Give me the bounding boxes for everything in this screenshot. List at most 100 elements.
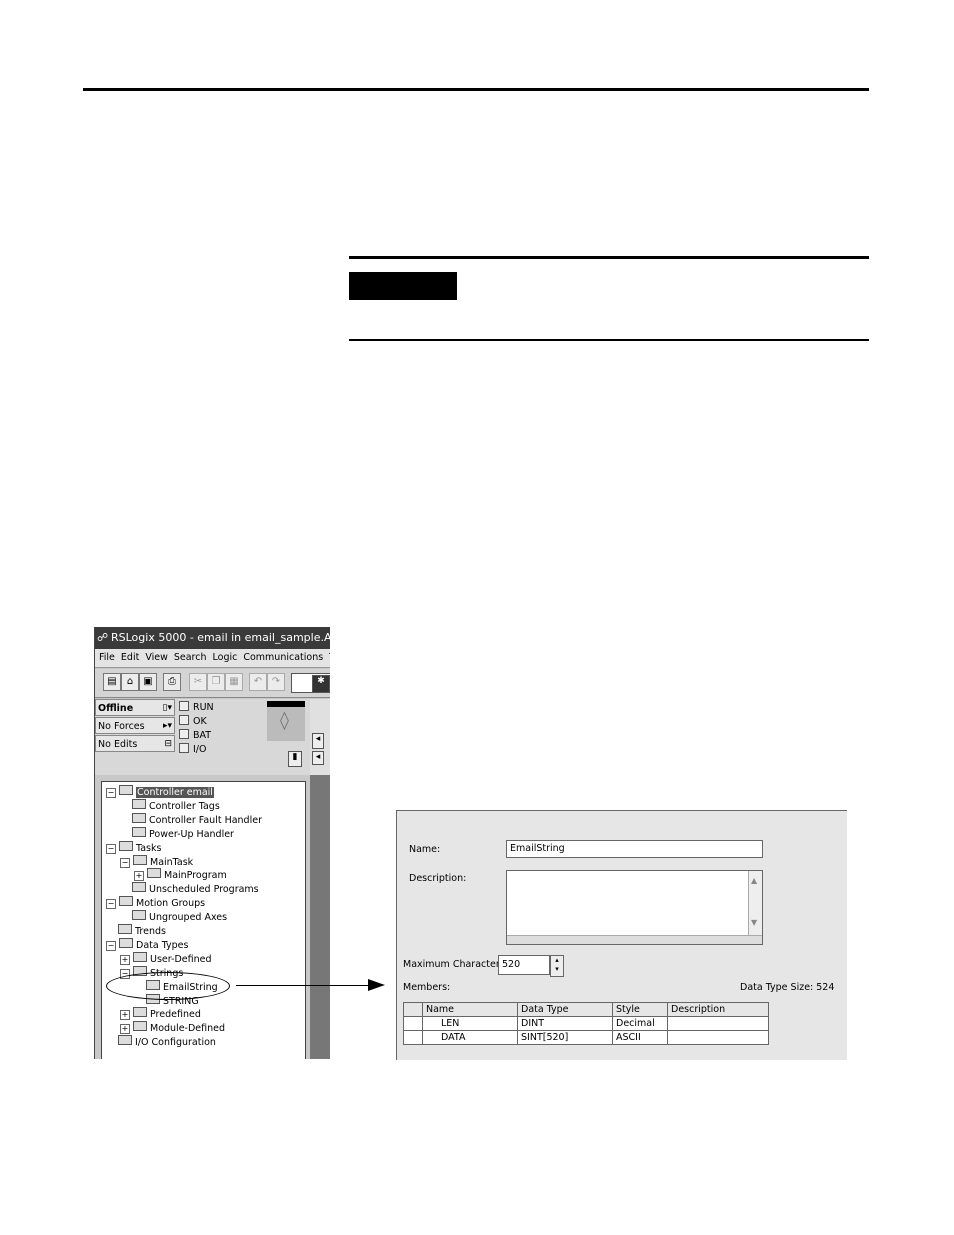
online-icon[interactable]: ✱	[312, 675, 330, 693]
tree-item[interactable]: − Data Types	[106, 937, 189, 952]
col-description[interactable]: Description	[667, 1002, 769, 1017]
note-label-block	[349, 272, 457, 300]
menu-item-logic[interactable]: Logic	[213, 652, 238, 663]
col-name[interactable]: Name	[422, 1002, 518, 1017]
menu-item-search[interactable]: Search	[174, 652, 207, 663]
tree-item[interactable]: + Module-Defined	[120, 1021, 225, 1035]
tree-item[interactable]: Controller Tags	[120, 798, 220, 813]
table-row[interactable]: LEN DINT Decimal	[403, 1016, 769, 1031]
copy-icon[interactable]: ❐	[207, 673, 225, 691]
tree-item[interactable]: − Tasks	[106, 840, 162, 855]
members-table: Name Data Type Style Description LEN DIN…	[403, 1002, 769, 1045]
tree-item[interactable]: + Predefined	[120, 1007, 201, 1021]
save-icon[interactable]: ▣	[139, 673, 157, 691]
mode-dropdown[interactable]: Offline ▯▾	[95, 699, 175, 716]
tree-item-label: User-Defined	[150, 953, 212, 965]
paste-icon[interactable]: ▦	[225, 673, 243, 691]
collapse-icon[interactable]: −	[120, 857, 130, 868]
name-label: Name:	[409, 844, 441, 855]
name-input[interactable]: EmailString	[506, 840, 763, 858]
cell-style[interactable]: Decimal	[612, 1016, 668, 1031]
undo-icon[interactable]: ↶	[249, 673, 267, 691]
forces-value: No Forces	[98, 721, 145, 732]
folder-icon	[119, 896, 133, 907]
menu-item-tools[interactable]: Tools	[329, 652, 330, 663]
print-icon[interactable]: ⎙	[163, 673, 181, 691]
forces-arrow-icon: ▸▾	[162, 721, 172, 731]
folder-icon	[132, 812, 146, 823]
collapse-icon[interactable]: −	[106, 788, 116, 798]
cell-data-type[interactable]: DINT	[517, 1016, 613, 1031]
scroll-left-button-2[interactable]: ◂	[312, 751, 324, 765]
cell-description[interactable]	[667, 1030, 769, 1045]
tree-item[interactable]: Unscheduled Programs	[120, 882, 259, 896]
max-chars-spinner[interactable]: ▴ ▾	[550, 955, 564, 977]
menu-item-edit[interactable]: Edit	[121, 652, 139, 663]
menu-item-communications[interactable]: Communications	[243, 652, 323, 663]
tree-item-label: Trends	[135, 926, 166, 937]
folder-icon	[132, 910, 146, 921]
tree-item-label: Data Types	[136, 939, 189, 951]
description-vscroll[interactable]: ▲ ▼	[748, 871, 762, 944]
col-data-type[interactable]: Data Type	[517, 1002, 613, 1017]
forces-dropdown[interactable]: No Forces ▸▾	[95, 717, 175, 734]
open-folder-icon[interactable]: ⌂	[121, 673, 139, 691]
cell-name[interactable]: DATA	[422, 1030, 518, 1045]
folder-icon	[118, 1035, 132, 1046]
spin-up-icon[interactable]: ▴	[551, 956, 563, 965]
edits-dropdown[interactable]: No Edits ⊟	[95, 735, 175, 752]
row-selector[interactable]	[403, 1016, 423, 1031]
collapse-icon[interactable]: −	[106, 899, 116, 910]
spin-down-icon[interactable]: ▾	[551, 965, 563, 974]
tree-item-label: Controller Tags	[149, 800, 220, 812]
tree-item-label: Predefined	[150, 1009, 201, 1021]
max-chars-label: Maximum Characters:	[403, 959, 508, 970]
description-hscroll[interactable]	[507, 935, 762, 944]
tree-item[interactable]: + MainProgram	[134, 868, 227, 882]
expand-icon[interactable]: +	[120, 1024, 130, 1035]
col-style[interactable]: Style	[612, 1002, 668, 1017]
led-bat: BAT	[179, 729, 211, 742]
title-bar: ☍RSLogix 5000 - email in email_sample.AC…	[95, 627, 330, 649]
tree-item[interactable]: Trends	[106, 924, 166, 938]
expand-icon[interactable]: +	[134, 871, 144, 882]
menu-item-file[interactable]: File	[99, 652, 115, 663]
tree-item[interactable]: Ungrouped Axes	[120, 910, 227, 924]
led-run-indicator	[179, 701, 189, 711]
redo-icon[interactable]: ↷	[267, 673, 285, 691]
tree-item[interactable]: Controller Fault Handler	[120, 812, 262, 827]
scroll-left-button[interactable]: ◂	[312, 733, 324, 749]
row-selector[interactable]	[403, 1030, 423, 1045]
menu-item-view[interactable]: View	[145, 652, 168, 663]
cell-name[interactable]: LEN	[422, 1016, 518, 1031]
new-file-icon[interactable]: ▤	[103, 673, 121, 691]
expand-icon[interactable]: +	[120, 954, 130, 965]
cell-style[interactable]: ASCII	[612, 1030, 668, 1045]
tree-item-label: MainTask	[150, 856, 194, 868]
folder-icon	[132, 826, 146, 837]
tree-item[interactable]: + User-Defined	[120, 951, 212, 966]
tree-item[interactable]: I/O Configuration	[106, 1035, 216, 1049]
expand-icon[interactable]: +	[120, 1010, 130, 1021]
description-textarea[interactable]: ▲ ▼	[506, 870, 763, 945]
max-chars-input[interactable]: 520	[498, 955, 550, 975]
tree-item-label: Ungrouped Axes	[149, 912, 228, 924]
folder-icon	[119, 937, 133, 948]
cell-data-type[interactable]: SINT[520]	[517, 1030, 613, 1045]
tree-item[interactable]: − Motion Groups	[106, 896, 205, 910]
collapse-icon[interactable]: −	[106, 940, 116, 951]
table-row[interactable]: DATA SINT[520] ASCII	[403, 1030, 769, 1045]
led-ok-indicator	[179, 715, 189, 725]
battery-button[interactable]: ▮	[288, 751, 302, 767]
cut-icon[interactable]: ✂	[189, 673, 207, 691]
folder-icon	[133, 951, 147, 962]
tree-item[interactable]: − Controller email	[106, 785, 214, 799]
tree-item[interactable]: Power-Up Handler	[120, 826, 234, 841]
tree-item[interactable]: − MainTask	[120, 854, 194, 869]
cell-description[interactable]	[667, 1016, 769, 1031]
folder-icon	[133, 854, 147, 865]
right-pane-top: ✱ ◂ ◂	[310, 675, 330, 775]
collapse-icon[interactable]: −	[106, 843, 116, 854]
tree-item-label: Tasks	[136, 842, 162, 854]
tree-item-label: Power-Up Handler	[149, 828, 234, 840]
